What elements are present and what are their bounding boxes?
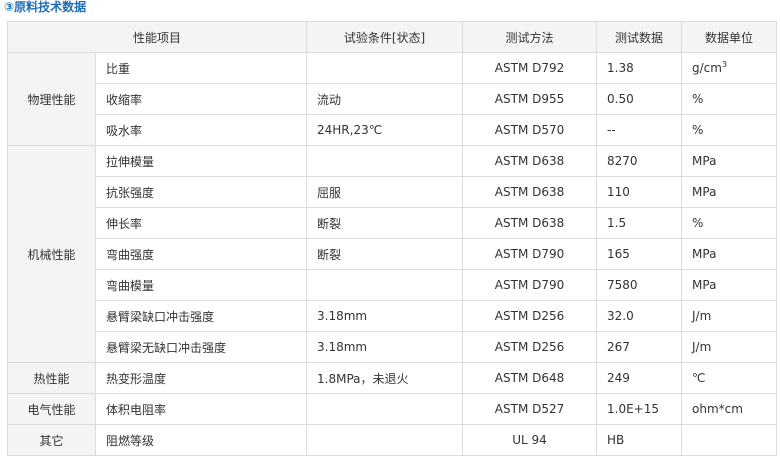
unit-cell: J/m [681, 331, 778, 363]
condition-cell: 断裂 [306, 238, 464, 270]
table-row: 弯曲强度 断裂 ASTM D790 165 MPa [8, 238, 778, 270]
property-cell: 阻燃等级 [94, 424, 308, 456]
method-cell: ASTM D527 [462, 393, 598, 425]
table-row: 抗张强度 屈服 ASTM D638 110 MPa [8, 176, 778, 208]
table-row: 悬臂梁缺口冲击强度 3.18mm ASTM D256 32.0 J/m [8, 300, 778, 332]
value-cell: -- [596, 114, 683, 146]
property-cell: 抗张强度 [94, 176, 308, 208]
table-header-row: 性能项目 试验条件[状态] 测试方法 测试数据 数据单位 [6, 21, 778, 53]
method-cell: ASTM D648 [462, 362, 598, 394]
method-cell: ASTM D955 [462, 83, 598, 115]
category-cell: 电气性能 [7, 393, 96, 425]
unit-cell: J/m [681, 300, 778, 332]
table-row: 吸水率 24HR,23℃ ASTM D570 --% [8, 114, 778, 146]
unit-superscript: 3 [721, 60, 728, 69]
property-cell: 弯曲模量 [94, 269, 308, 301]
table-row: 热性能 热变形温度 1.8MPa，未退火 ASTM D648 249 ℃ [7, 362, 778, 394]
method-cell: ASTM D638 [462, 176, 598, 208]
header-unit: 数据单位 [681, 21, 778, 53]
category-cell: 其它 [7, 424, 96, 456]
condition-cell: 3.18mm [306, 300, 464, 332]
table-row: 弯曲模量 ASTM D790 7580 MPa [8, 269, 778, 301]
header-property: 性能项目 [6, 21, 308, 53]
unit-cell [681, 424, 778, 456]
table-row: 电气性能 体积电阻率 ASTM D527 1.0E+15 ohm*cm [7, 393, 778, 425]
unit-cell: g/cm3 [681, 52, 778, 84]
header-value: 测试数据 [596, 21, 683, 53]
property-cell: 悬臂梁无缺口冲击强度 [94, 331, 308, 363]
header-condition: 试验条件[状态] [306, 21, 464, 53]
value-cell: 32.0 [596, 300, 683, 332]
condition-cell [306, 52, 464, 84]
table-body: 物理性能 比重 ASTM D792 1.38 g/cm3 收缩率 流动 ASTM D955 0.… [7, 52, 778, 456]
value-cell: 0.50 [596, 83, 683, 115]
property-cell: 拉伸模量 [94, 145, 308, 177]
section-heading: ③原料技术数据 [4, 0, 87, 14]
unit-cell: ℃ [681, 362, 778, 394]
method-cell: ASTM D570 [462, 114, 598, 146]
value-cell: 165 [596, 238, 683, 270]
condition-cell: 断裂 [306, 207, 464, 239]
method-cell: ASTM D790 [462, 238, 598, 270]
unit-cell: % [681, 83, 778, 115]
condition-cell: 1.8MPa，未退火 [306, 362, 464, 394]
unit-cell: MPa [681, 176, 778, 208]
table-row: 物理性能 比重 ASTM D792 1.38 g/cm3 [7, 52, 778, 146]
unit-text: g/cm [692, 61, 722, 75]
unit-cell: % [681, 114, 778, 146]
condition-cell: 3.18mm [306, 331, 464, 363]
unit-cell: MPa [681, 238, 778, 270]
condition-cell [306, 269, 464, 301]
value-cell: 1.5 [596, 207, 683, 239]
table-row: 伸长率 断裂 ASTM D638 1.5% [8, 207, 778, 239]
value-cell: HB [596, 424, 683, 456]
property-cell: 收缩率 [94, 83, 308, 115]
method-cell: ASTM D792 [462, 52, 598, 84]
condition-cell: 24HR,23℃ [306, 114, 464, 146]
value-cell: 267 [596, 331, 683, 363]
condition-cell [306, 424, 464, 456]
table-row: 收缩率 流动 ASTM D955 0.50% [8, 83, 778, 115]
property-cell: 悬臂梁缺口冲击强度 [94, 300, 308, 332]
value-cell: 110 [596, 176, 683, 208]
property-cell: 热变形温度 [94, 362, 308, 394]
unit-cell: ohm*cm [681, 393, 778, 425]
value-cell: 1.0E+15 [596, 393, 683, 425]
method-cell: ASTM D256 [462, 331, 598, 363]
method-cell: UL 94 [462, 424, 598, 456]
property-cell: 体积电阻率 [94, 393, 308, 425]
method-cell: ASTM D256 [462, 300, 598, 332]
property-cell: 弯曲强度 [94, 238, 308, 270]
unit-cell: % [681, 207, 778, 239]
method-cell: ASTM D790 [462, 269, 598, 301]
property-cell: 伸长率 [94, 207, 308, 239]
unit-cell: MPa [681, 269, 778, 301]
table-row: 机械性能 拉伸模量 ASTM D638 8270 MPa [7, 145, 778, 363]
value-cell: 8270 [596, 145, 683, 177]
condition-cell [306, 145, 464, 177]
technical-data-table: 性能项目 试验条件[状态] 测试方法 测试数据 数据单位 物理性能 比重 ASTM … [6, 21, 778, 456]
method-cell: ASTM D638 [462, 145, 598, 177]
property-cell: 比重 [94, 52, 308, 84]
table-row: 其它 阻燃等级 UL 94 HB [7, 424, 778, 456]
category-cell: 热性能 [7, 362, 96, 394]
value-cell: 1.38 [596, 52, 683, 84]
property-cell: 吸水率 [94, 114, 308, 146]
category-cell: 机械性能 [7, 145, 96, 363]
method-cell: ASTM D638 [462, 207, 598, 239]
value-cell: 249 [596, 362, 683, 394]
value-cell: 7580 [596, 269, 683, 301]
header-method: 测试方法 [462, 21, 598, 53]
condition-cell [306, 393, 464, 425]
category-cell: 物理性能 [7, 52, 96, 146]
condition-cell: 屈服 [306, 176, 464, 208]
unit-cell: MPa [681, 145, 778, 177]
condition-cell: 流动 [306, 83, 464, 115]
table-row: 悬臂梁无缺口冲击强度 3.18mm ASTM D256 267 J/m [8, 331, 778, 363]
